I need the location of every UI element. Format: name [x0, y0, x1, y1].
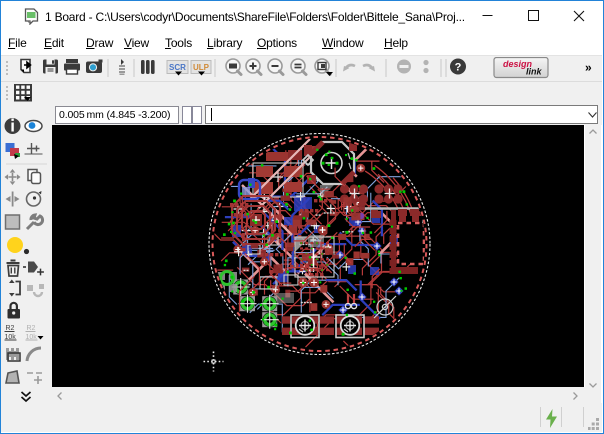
svg-text:R2: R2 — [27, 325, 36, 332]
svg-text:»: » — [585, 61, 592, 75]
svg-text:?: ? — [455, 62, 462, 74]
svg-text:link: link — [526, 67, 542, 77]
svg-text:ULP: ULP — [193, 63, 210, 72]
svg-text:R2: R2 — [6, 325, 15, 332]
svg-text:SCR: SCR — [169, 63, 186, 72]
